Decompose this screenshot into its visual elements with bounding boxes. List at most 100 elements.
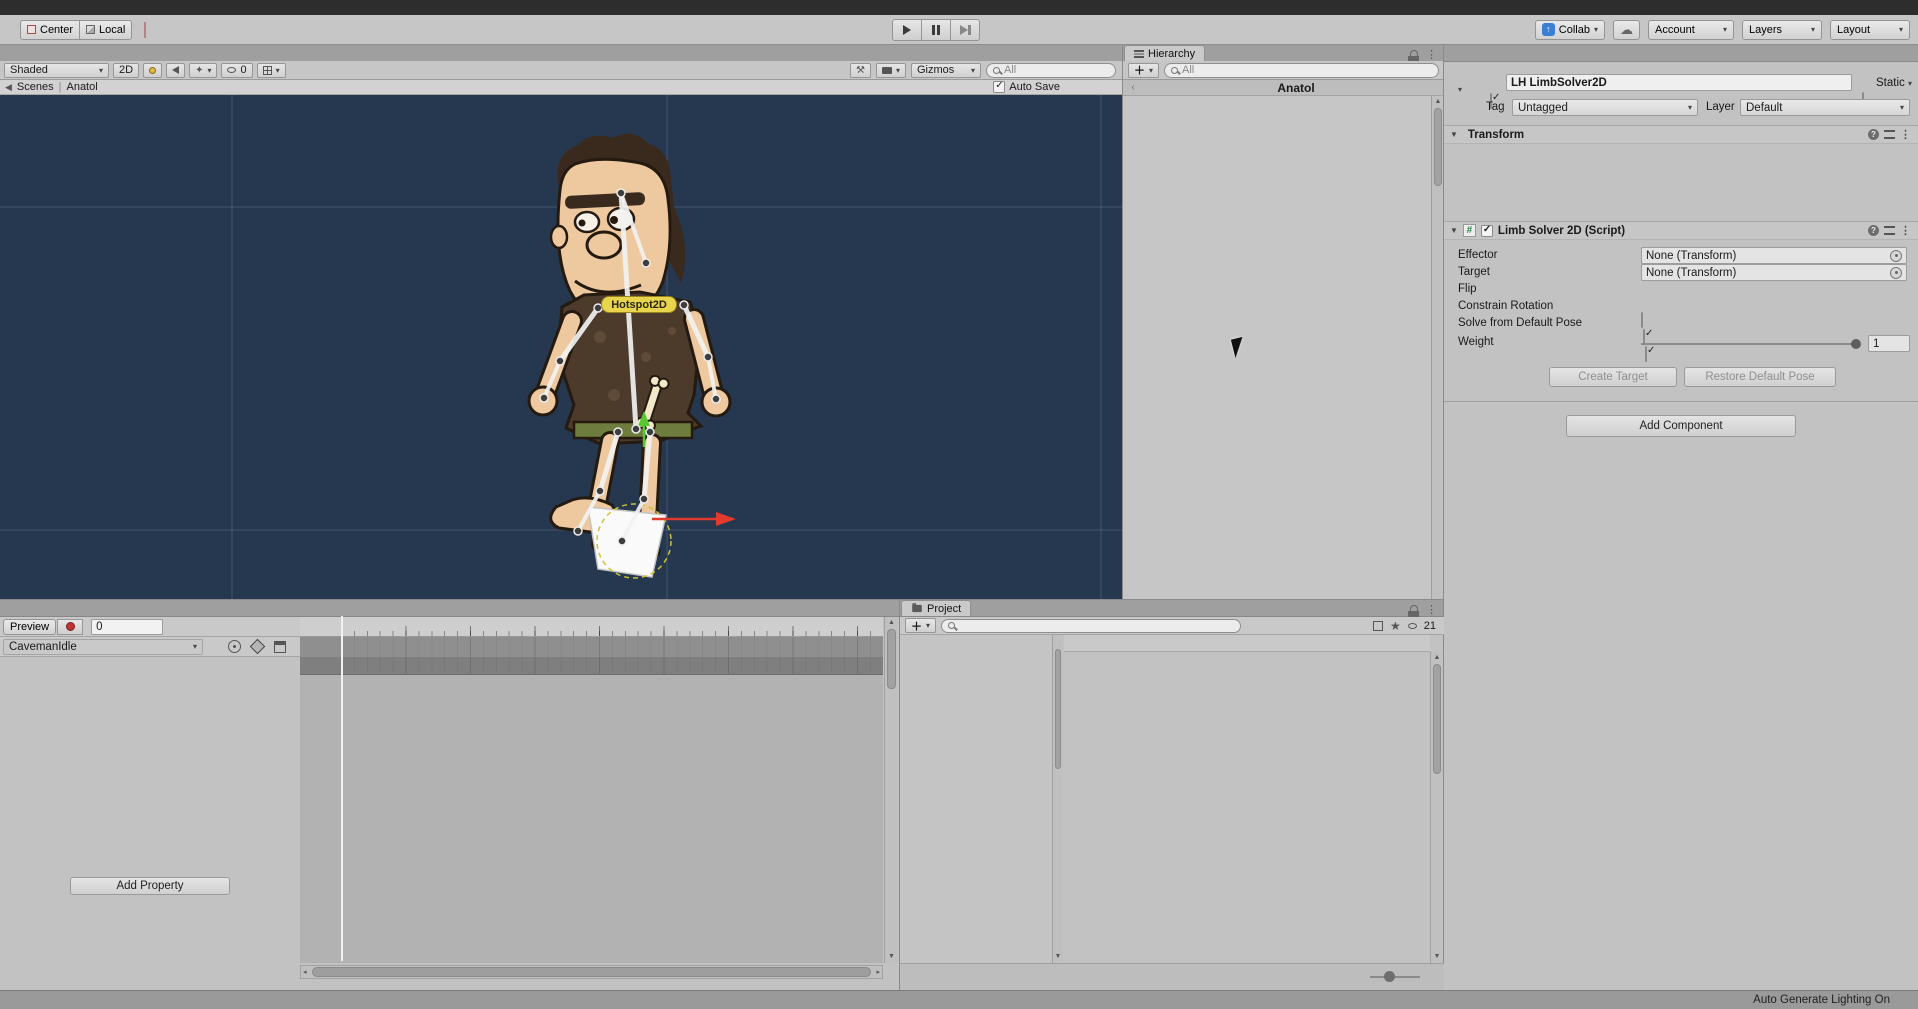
timeline-hscrollbar[interactable]: ◂▸: [300, 965, 883, 979]
account-dropdown[interactable]: Account▾: [1648, 20, 1734, 40]
kebab-menu-icon[interactable]: ⋮: [1426, 603, 1437, 616]
add-component-button[interactable]: Add Component: [1566, 415, 1796, 437]
limb-solver-header[interactable]: ▼ # Limb Solver 2D (Script) ? ⋮: [1444, 221, 1918, 240]
layers-dropdown[interactable]: Layers▾: [1742, 20, 1822, 40]
kebab-menu-icon[interactable]: ⋮: [1900, 128, 1911, 141]
foldout-icon[interactable]: ▼: [1450, 130, 1458, 139]
transform-header[interactable]: ▼ Transform ? ⋮: [1444, 125, 1918, 144]
static-dropdown-icon[interactable]: ▾: [1908, 79, 1912, 88]
animation-timeline[interactable]: [300, 617, 883, 963]
foldout-icon[interactable]: ▼: [1450, 226, 1458, 235]
thumbnail-zoom-slider[interactable]: [1370, 976, 1420, 978]
search-icon: [993, 67, 1000, 74]
hierarchy-search-input[interactable]: All: [1164, 63, 1439, 78]
effects-dropdown[interactable]: ✦▾: [189, 63, 217, 78]
camera-dropdown[interactable]: ▾: [876, 63, 906, 78]
space-icon: [86, 25, 95, 34]
weight-slider-knob[interactable]: [1851, 339, 1861, 349]
scene-viewport[interactable]: [0, 95, 1122, 610]
create-dropdown[interactable]: ＋▾: [905, 618, 936, 633]
breadcrumb-scenes[interactable]: Scenes: [17, 81, 54, 93]
timeline-playhead[interactable]: [341, 616, 343, 961]
constrain-rotation-label: Constrain Rotation: [1458, 300, 1553, 312]
2d-toggle[interactable]: 2D: [113, 63, 139, 78]
project-breadcrumb: [1064, 635, 1430, 652]
tree-scrollbar[interactable]: ▼: [1052, 635, 1063, 963]
project-panel: Project ⋮ ＋▾ ★ 21 ▼ ▲▼: [899, 599, 1443, 990]
gizmos-dropdown[interactable]: Gizmos▾: [911, 63, 981, 78]
create-target-button[interactable]: Create Target: [1549, 367, 1677, 387]
collapse-icon[interactable]: ‹: [1123, 82, 1143, 93]
filter-keys-icon[interactable]: [228, 640, 241, 653]
weight-value-field[interactable]: 1: [1868, 335, 1910, 352]
scene-search-input[interactable]: All: [986, 63, 1116, 78]
clip-dropdown[interactable]: CavemanIdle▾: [3, 639, 203, 655]
pause-button[interactable]: [921, 19, 951, 41]
tab-hierarchy[interactable]: Hierarchy: [1124, 45, 1205, 61]
timeline-ruler[interactable]: [300, 617, 883, 637]
auto-save-checkbox[interactable]: [993, 81, 1005, 93]
animation-controls: Preview 0: [0, 617, 300, 637]
kebab-menu-icon[interactable]: ⋮: [1426, 48, 1437, 61]
layer-dropdown[interactable]: Default▾: [1740, 99, 1910, 116]
record-button[interactable]: [57, 619, 83, 635]
solve-default-pose-checkbox[interactable]: [1645, 346, 1647, 362]
favorites-star-icon[interactable]: ★: [1390, 619, 1401, 633]
grid-scrollbar[interactable]: ▲▼: [1430, 652, 1443, 963]
grid-dropdown[interactable]: ▾: [257, 63, 286, 78]
object-name-field[interactable]: LH LimbSolver2D: [1506, 74, 1852, 91]
space-label: Local: [99, 24, 125, 36]
effects-icon: ✦: [195, 65, 203, 76]
gameobject-icon: ▾: [1450, 71, 1462, 94]
shading-dropdown[interactable]: Shaded▾: [4, 63, 109, 78]
frame-field[interactable]: 0: [91, 619, 163, 635]
presets-icon[interactable]: [1884, 130, 1895, 139]
collab-button[interactable]: ↑ Collab▾: [1535, 20, 1605, 40]
step-button[interactable]: [950, 19, 980, 41]
weight-slider[interactable]: [1641, 343, 1859, 345]
preview-button[interactable]: Preview: [3, 619, 56, 635]
cloud-button[interactable]: ☁: [1613, 20, 1640, 40]
effector-object-field[interactable]: None (Transform): [1641, 247, 1907, 264]
presets-icon[interactable]: [1884, 226, 1895, 235]
help-icon[interactable]: ?: [1868, 225, 1879, 236]
record-icon: [66, 622, 75, 631]
timeline-scrollbar[interactable]: ▲▼: [884, 617, 898, 963]
kebab-menu-icon[interactable]: ⋮: [1900, 224, 1911, 237]
target-object-field[interactable]: None (Transform): [1641, 264, 1907, 281]
snap-icon[interactable]: [144, 23, 146, 37]
hierarchy-icon: [1134, 50, 1144, 58]
object-picker-icon[interactable]: [1890, 267, 1902, 279]
scene-tools-toggle[interactable]: ⚒: [850, 63, 871, 78]
add-property-button[interactable]: Add Property: [70, 877, 230, 895]
lock-icon[interactable]: [1410, 50, 1418, 56]
create-dropdown[interactable]: ＋▾: [1128, 63, 1159, 78]
object-picker-icon[interactable]: [1890, 250, 1902, 262]
weight-label: Weight: [1458, 336, 1494, 348]
add-event-icon[interactable]: [274, 641, 286, 653]
restore-default-pose-button[interactable]: Restore Default Pose: [1684, 367, 1836, 387]
breadcrumb-scene-title[interactable]: Anatol: [66, 81, 97, 93]
hidden-objects-toggle[interactable]: 0: [221, 63, 252, 78]
hierarchy-scene-header[interactable]: ‹ Anatol: [1123, 80, 1444, 96]
hidden-count-icon[interactable]: [1408, 623, 1417, 629]
tab-project[interactable]: Project: [901, 600, 971, 616]
project-tab-bar: Project ⋮: [900, 600, 1443, 617]
space-toggle-button[interactable]: Local: [79, 20, 132, 40]
lock-icon[interactable]: [1410, 605, 1418, 611]
hotspot-gizmo-label[interactable]: Hotspot2D: [601, 296, 677, 313]
flip-checkbox[interactable]: [1641, 312, 1643, 328]
add-keyframe-icon[interactable]: [250, 639, 266, 655]
project-search-input[interactable]: [941, 619, 1241, 633]
layout-dropdown[interactable]: Layout▾: [1830, 20, 1910, 40]
tag-dropdown[interactable]: Untagged▾: [1512, 99, 1698, 116]
play-button[interactable]: [892, 19, 922, 41]
audio-toggle[interactable]: [166, 63, 185, 78]
help-icon[interactable]: ?: [1868, 129, 1879, 140]
component-enabled-checkbox[interactable]: [1481, 225, 1493, 237]
back-arrow-icon[interactable]: ◀: [5, 82, 12, 93]
search-by-type-icon[interactable]: [1373, 621, 1383, 631]
pivot-toggle-button[interactable]: Center: [20, 20, 80, 40]
shading-label: Shaded: [10, 64, 48, 76]
lighting-toggle[interactable]: [143, 63, 162, 78]
